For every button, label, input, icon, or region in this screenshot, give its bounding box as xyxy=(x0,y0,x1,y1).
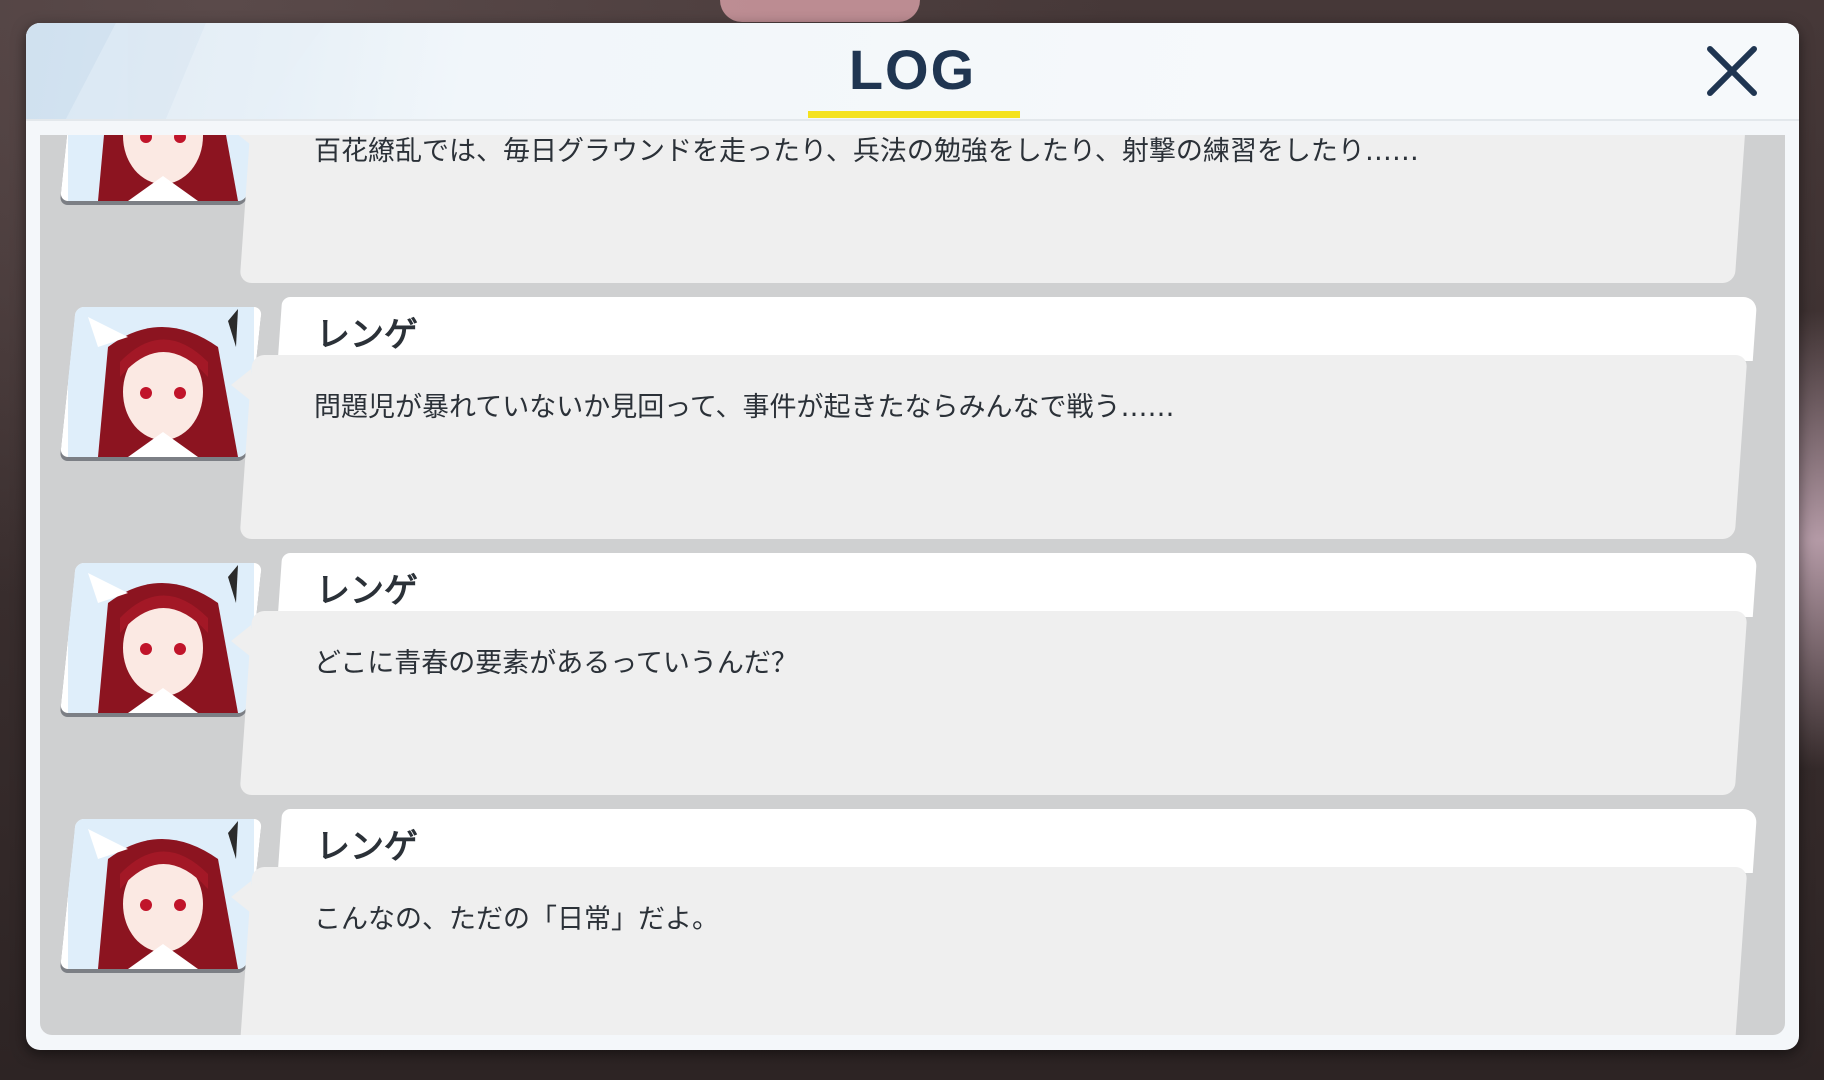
log-entry: レンゲ こんなの、ただの「日常」だよ。 xyxy=(40,809,1785,1035)
log-entry: 百花繚乱では、毎日グラウンドを走ったり、兵法の勉強をしたり、射撃の練習をしたり…… xyxy=(40,135,1785,297)
speaker-name-bar xyxy=(277,553,1758,617)
bubble-tail xyxy=(231,625,251,657)
log-list[interactable]: 百花繚乱では、毎日グラウンドを走ったり、兵法の勉強をしたり、射撃の練習をしたり…… xyxy=(40,135,1785,1035)
message-text: こんなの、ただの「日常」だよ。 xyxy=(314,904,719,935)
message-bubble xyxy=(239,611,1748,795)
log-header: LOG xyxy=(26,23,1799,121)
speaker-name: レンゲ xyxy=(316,571,418,611)
background-decoration xyxy=(720,0,920,22)
message-bubble xyxy=(239,867,1748,1035)
speaker-name: レンゲ xyxy=(316,315,418,355)
bubble-tail xyxy=(231,881,251,913)
title-underline xyxy=(808,111,1020,118)
message-text: どこに青春の要素があるっていうんだ？ xyxy=(314,648,798,679)
message-bubble xyxy=(239,355,1748,539)
bubble-tail xyxy=(231,369,251,401)
log-title: LOG xyxy=(848,38,977,101)
bubble-tail xyxy=(231,135,251,145)
log-window: LOG 百花繚乱では、毎日グラウンドを走ったり、兵法の勉強をしたり、射撃の練習を… xyxy=(26,23,1799,1050)
log-entry: レンゲ 問題児が暴れていないか見回って、事件が起きたならみんなで戦う…… xyxy=(40,297,1785,553)
log-entry: レンゲ どこに青春の要素があるっていうんだ？ xyxy=(40,553,1785,809)
speaker-name-bar xyxy=(277,809,1758,873)
message-text: 問題児が暴れていないか見回って、事件が起きたならみんなで戦う…… xyxy=(314,392,1175,423)
message-text: 百花繚乱では、毎日グラウンドを走ったり、兵法の勉強をしたり、射撃の練習をしたり…… xyxy=(314,136,1419,167)
speaker-name: レンゲ xyxy=(316,827,418,867)
speaker-name-bar xyxy=(277,297,1758,361)
close-icon[interactable] xyxy=(1702,41,1762,101)
